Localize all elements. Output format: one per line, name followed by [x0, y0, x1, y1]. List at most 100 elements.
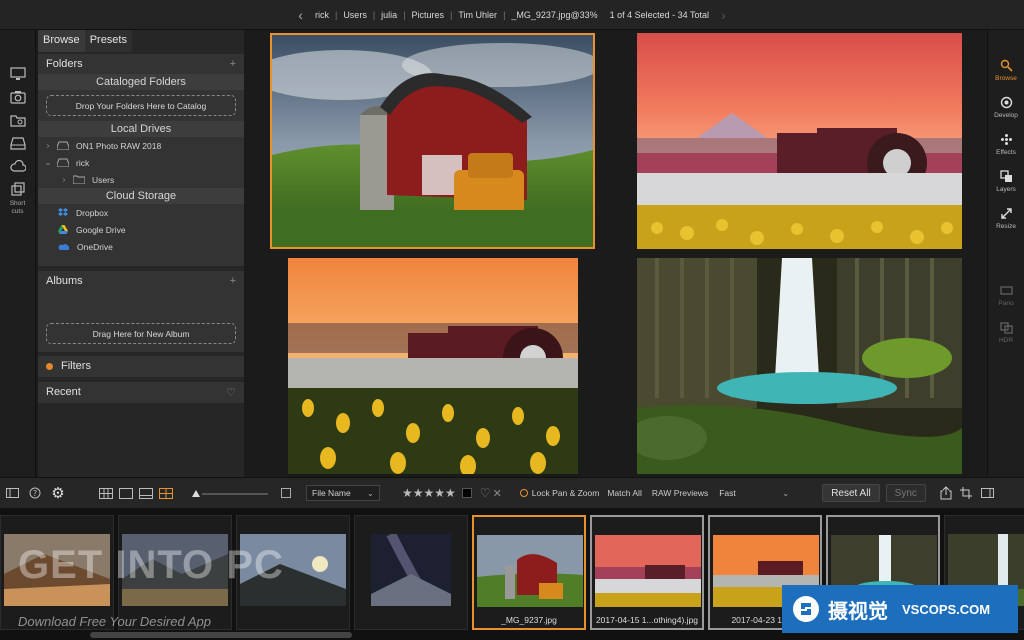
detail-view-icon[interactable] — [116, 487, 136, 499]
match-all-button[interactable]: Match All — [607, 488, 642, 498]
forward-arrow-icon[interactable]: › — [721, 7, 726, 23]
share-export-icon[interactable] — [936, 486, 956, 500]
sync-button[interactable]: Sync — [885, 484, 926, 502]
google-drive-icon — [58, 225, 68, 234]
drive-icon — [54, 158, 72, 167]
folder-row-users[interactable]: › Users — [38, 171, 244, 188]
drive-icon[interactable] — [0, 131, 36, 154]
layers-icon — [999, 170, 1012, 182]
cloud-row-onedrive[interactable]: OneDrive — [38, 238, 244, 255]
module-effects[interactable]: Effects — [988, 126, 1024, 163]
cloud-icon[interactable] — [0, 154, 36, 177]
cloud-row-dropbox[interactable]: Dropbox — [38, 204, 244, 221]
folder-search-icon[interactable] — [0, 108, 36, 131]
hdr-icon — [999, 322, 1013, 334]
bottom-toolbar: ? ⚙ File Name ⌄ ★★★★★ ♡ ✕ Lock Pan & Zoom … — [0, 477, 1024, 509]
chevron-down-icon[interactable]: ⌄ — [42, 158, 54, 167]
help-icon[interactable]: ? — [24, 487, 46, 499]
recent-section[interactable]: Recent ♡ — [38, 382, 244, 403]
photo-barn[interactable] — [270, 33, 595, 249]
cataloged-folders-header: Cataloged Folders — [38, 74, 244, 90]
drive-row-rick[interactable]: ⌄ rick — [38, 154, 244, 171]
chevron-right-icon[interactable]: › — [42, 141, 54, 150]
camera-icon[interactable] — [0, 85, 36, 108]
cloud-label: Dropbox — [76, 207, 109, 218]
cloud-row-google-drive[interactable]: Google Drive — [38, 221, 244, 238]
breadcrumb-pictures[interactable]: Pictures — [412, 10, 445, 20]
panel-toggle-icon[interactable] — [0, 488, 24, 498]
cloud-storage-header: Cloud Storage — [38, 188, 244, 204]
tab-browse[interactable]: Browse — [38, 30, 85, 52]
shortcuts-icon[interactable] — [0, 177, 36, 200]
albums-section: Albums + Drag Here for New Album — [38, 271, 244, 352]
raw-previews-label: RAW Previews — [651, 488, 709, 498]
recent-title: Recent — [46, 386, 81, 398]
like-filter-icon[interactable]: ♡ ✕ — [480, 486, 502, 500]
cloud-label: Google Drive — [76, 224, 126, 235]
local-drives-header: Local Drives — [38, 121, 244, 137]
star-rating-filter[interactable]: ★★★★★ — [402, 486, 456, 500]
reset-all-button[interactable]: Reset All — [822, 484, 880, 502]
folder-label: Users — [92, 174, 115, 185]
back-arrow-icon[interactable]: ‹ — [298, 7, 303, 23]
raw-previews-value: Fast — [719, 488, 736, 498]
onedrive-icon — [58, 243, 69, 250]
thumbnail-size-slider[interactable] — [188, 483, 270, 503]
raw-previews-select[interactable]: Fast ⌄ — [714, 485, 794, 501]
svg-text:?: ? — [33, 489, 37, 498]
drive-row-on1[interactable]: › ON1 Photo RAW 2018 — [38, 137, 244, 154]
chevron-right-icon[interactable]: › — [58, 175, 70, 184]
chevron-down-icon: ⌄ — [366, 487, 374, 498]
shortcuts-rail: Short cuts — [0, 30, 36, 477]
photo-waterfall[interactable] — [637, 258, 962, 474]
filters-title: Filters — [61, 360, 91, 372]
cloud-label: OneDrive — [77, 241, 113, 252]
color-label-filter[interactable] — [461, 488, 472, 498]
thumbnail-caption: 2017-04-15 1...othing4).jpg — [595, 615, 699, 625]
selection-status: 1 of 4 Selected - 34 Total — [609, 9, 710, 20]
catalog-drop-zone[interactable]: Drop Your Folders Here to Catalog — [46, 95, 236, 116]
breadcrumb-rick[interactable]: rick — [315, 10, 329, 20]
select-checkbox[interactable] — [278, 488, 294, 498]
breadcrumb-julia[interactable]: julia — [381, 10, 397, 20]
filmstrip-view-icon[interactable] — [136, 487, 156, 499]
module-hdr[interactable]: HDR — [988, 314, 1024, 351]
photo-tractor-sunset[interactable] — [288, 258, 578, 474]
pano-icon — [999, 286, 1013, 295]
breadcrumb-users[interactable]: Users — [343, 10, 367, 20]
albums-header[interactable]: Albums + — [38, 271, 244, 291]
lock-pan-zoom-toggle[interactable]: Lock Pan & Zoom — [519, 488, 600, 498]
grid-view-icon[interactable] — [96, 487, 116, 499]
thumbnail-caption: _MG_9237.jpg — [501, 615, 557, 625]
sort-by-select[interactable]: File Name ⌄ — [306, 485, 380, 501]
right-panel-toggle-icon[interactable] — [976, 488, 1000, 498]
album-drop-zone[interactable]: Drag Here for New Album — [46, 323, 236, 344]
lock-pan-zoom-label: Lock Pan & Zoom — [531, 488, 600, 498]
filmstrip-scrollbar[interactable] — [90, 632, 352, 638]
drive-label: ON1 Photo RAW 2018 — [76, 140, 162, 151]
breadcrumb-tim-uhler[interactable]: Tim Uhler — [458, 10, 497, 20]
add-folder-icon[interactable]: + — [230, 58, 236, 70]
breadcrumb-separator: | — [450, 9, 453, 20]
filters-section[interactable]: Filters — [38, 356, 244, 377]
module-resize[interactable]: Resize — [988, 200, 1024, 237]
crop-tool-icon[interactable] — [956, 487, 976, 499]
module-pano[interactable]: Pano — [988, 277, 1024, 314]
folders-header[interactable]: Folders + — [38, 54, 244, 74]
filmstrip-thumb-selected[interactable]: _MG_9237.jpg — [472, 515, 586, 630]
module-develop[interactable]: Develop — [988, 89, 1024, 126]
monitor-icon[interactable] — [0, 62, 36, 85]
settings-gear-icon[interactable]: ⚙ — [46, 484, 70, 502]
thumbnail-image — [477, 535, 583, 607]
add-album-icon[interactable]: + — [230, 275, 236, 287]
heart-icon[interactable]: ♡ — [226, 386, 236, 399]
module-layers[interactable]: Layers — [988, 163, 1024, 200]
compare-view-icon[interactable] — [156, 487, 176, 499]
tab-presets[interactable]: Presets — [84, 30, 132, 52]
filmstrip-thumb[interactable] — [354, 515, 468, 630]
filmstrip-thumb-compared[interactable]: 2017-04-15 1...othing4).jpg — [590, 515, 704, 630]
photo-tractor-sunrise[interactable] — [637, 33, 962, 249]
breadcrumb-separator: | — [334, 9, 338, 20]
browse-panel: Browse Presets Folders + Cataloged Folde… — [38, 30, 244, 477]
module-browse[interactable]: Browse — [988, 52, 1024, 89]
